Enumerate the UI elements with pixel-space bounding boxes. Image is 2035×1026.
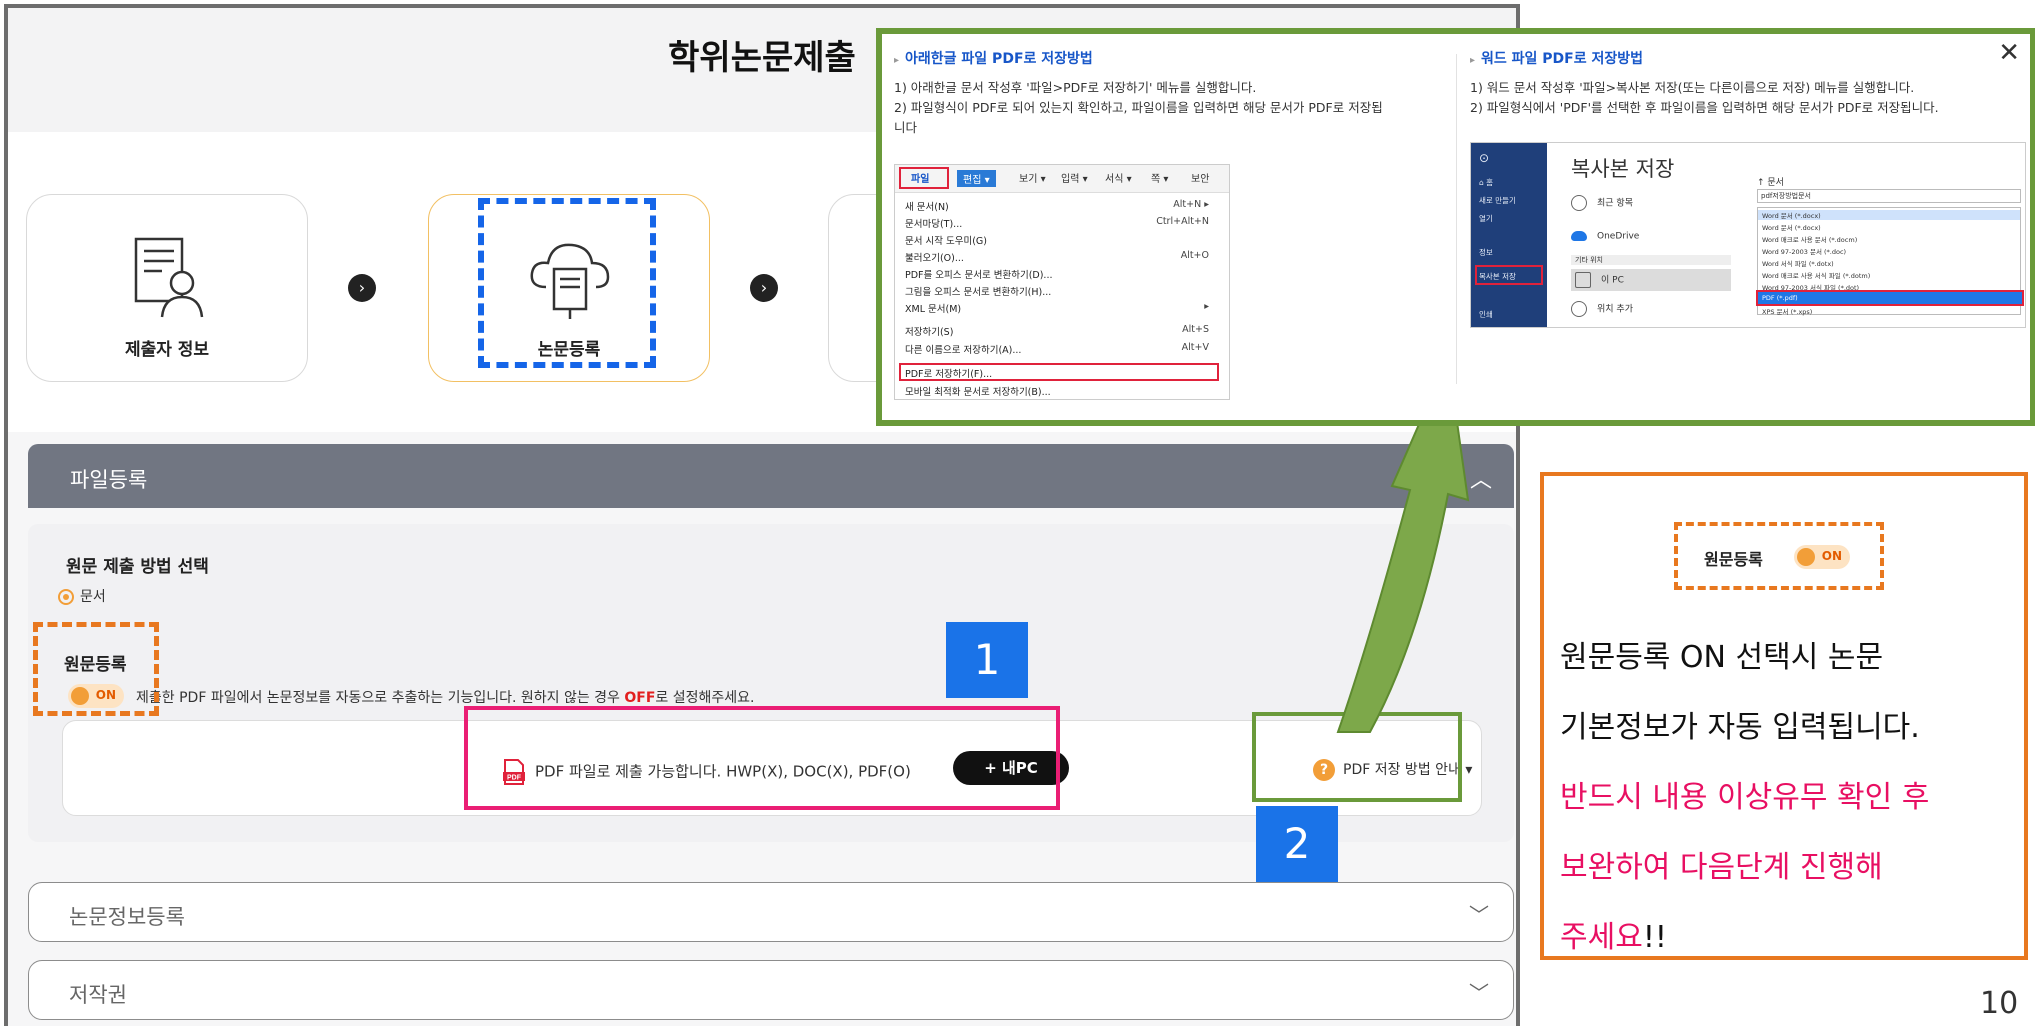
hwp-guide-title: ▸ 아래한글 파일 PDF로 저장방법 — [894, 51, 1093, 67]
info-warning: 주세요!! — [1560, 920, 1667, 955]
hwp-guide: ▸ 아래한글 파일 PDF로 저장방법 1) 아래한글 문서 작성후 '파일>PD… — [894, 48, 1454, 138]
info-callout: 원문등록 ON 원문등록 ON 선택시 논문 기본정보가 자동 입력됩니다. 반… — [1540, 472, 2028, 960]
divider — [1456, 54, 1457, 384]
toggle-switch: ON — [1794, 545, 1850, 569]
hwp-screenshot: 파일 편집 ▾ 보기 ▾ 입력 ▾ 서식 ▾ 쪽 ▾ 보안 새 문서(N) Alt… — [894, 164, 1230, 400]
step-number-2: 2 — [1256, 806, 1338, 882]
globe-icon — [1571, 301, 1587, 317]
info-warning: 반드시 내용 이상유무 확인 후 — [1560, 780, 1930, 815]
word-screenshot: ⊙ ⌂ 홈 새로 만들기 열기 정보 복사본 저장 인쇄 복사본 저장 최근 항… — [1470, 142, 2026, 328]
method-radio-document[interactable]: 문서 — [58, 586, 106, 606]
section-title: 파일등록 — [70, 468, 148, 492]
hwp-menu-item: 불러오기(O)... Alt+O — [905, 250, 1209, 264]
highlight-pdf-type — [1756, 290, 2024, 306]
pdf-save-guide-popup: ✕ ▸ 아래한글 파일 PDF로 저장방법 1) 아래한글 문서 작성후 '파일>… — [876, 28, 2035, 426]
hwp-menu-item: 새 문서(N) Alt+N ▸ — [905, 199, 1209, 213]
hwp-menu-item: 문서마당(T)... Ctrl+Alt+N — [905, 216, 1209, 230]
hwp-guide-line: 2) 파일형식이 PDF로 되어 있는지 확인하고, 파일이름을 입력하면 해당… — [894, 100, 1383, 115]
word-heading: 복사본 저장 — [1571, 157, 1675, 181]
highlight-file-menu — [899, 167, 949, 189]
hwp-guide-line: 1) 아래한글 문서 작성후 '파일>PDF로 저장하기' 메뉴를 실행합니다. — [894, 80, 1257, 95]
original-registration-desc: 제출한 PDF 파일에서 논문정보를 자동으로 추출하는 기능입니다. 원하지 … — [136, 690, 755, 706]
chevron-down-icon[interactable]: ﹀ — [1469, 977, 1489, 1006]
hwp-menu-item: 다른 이름으로 저장하기(A)... Alt+V — [905, 342, 1209, 356]
accordion-copyright[interactable]: 저작권 ﹀ — [28, 960, 1514, 1020]
word-sidebar: ⊙ ⌂ 홈 새로 만들기 열기 정보 복사본 저장 인쇄 — [1471, 143, 1547, 327]
file-section-header[interactable]: 파일등록 ︿ — [28, 444, 1514, 508]
hwp-menu-item: 문서 시작 도우미(G) — [905, 236, 987, 247]
word-guide-title: ▸ 워드 파일 PDF로 저장방법 — [1470, 51, 1644, 67]
annotation-upload-box — [464, 706, 1060, 810]
hwp-menu-item: XML 문서(M) ▸ — [905, 301, 1209, 315]
word-guide-line: 1) 워드 문서 작성후 '파일>복사본 저장(또는 다른이름으로 저장) 메뉴… — [1470, 80, 1915, 95]
highlight-save-copy — [1475, 265, 1543, 285]
hwp-menu-item: 그림을 오피스 문서로 변환하기(H)... — [905, 287, 1052, 298]
accordion-title: 저작권 — [69, 983, 127, 1007]
hwp-menu-item: 저장하기(S) Alt+S — [905, 324, 1209, 338]
annotation-original-toggle — [33, 622, 159, 716]
accordion-title: 논문정보등록 — [69, 905, 185, 929]
radio-label: 문서 — [80, 589, 106, 605]
accordion-thesis-info[interactable]: 논문정보등록 ﹀ — [28, 882, 1514, 942]
step-label: 제출자 정보 — [124, 340, 210, 360]
word-guide: ▸ 워드 파일 PDF로 저장방법 1) 워드 문서 작성후 '파일>복사본 저장… — [1470, 48, 2030, 118]
page-number: 10 — [1980, 986, 2019, 1021]
step-card-submitter[interactable]: 제출자 정보 — [26, 194, 308, 382]
info-chip-label: 원문등록 — [1704, 550, 1763, 569]
step-number-1: 1 — [946, 622, 1028, 698]
radio-icon[interactable] — [58, 589, 74, 605]
word-guide-line: 2) 파일형식에서 'PDF'를 선택한 후 파일이름을 입력하면 해당 문서가… — [1470, 100, 1939, 115]
hwp-guide-line: 니다 — [894, 120, 918, 135]
info-chip: 원문등록 ON — [1674, 522, 1884, 590]
person-document-icon — [134, 237, 204, 318]
highlight-pdf-save — [899, 363, 1219, 381]
chevron-down-icon[interactable]: ﹀ — [1469, 899, 1489, 928]
hwp-menu-item: PDF를 오피스 문서로 변환하기(D)... — [905, 270, 1053, 281]
cloud-icon — [1571, 231, 1587, 241]
info-text: 원문등록 ON 선택시 논문 — [1560, 640, 1884, 675]
file-type-list: Word 문서 (*.docx) Word 문서 (*.docx) Word 매… — [1756, 207, 2024, 316]
info-text: 기본정보가 자동 입력됩니다. — [1560, 710, 1920, 745]
chevron-right-icon: › — [348, 274, 376, 302]
info-warning: 보완하여 다음단계 진행해 — [1560, 850, 1883, 885]
clock-icon — [1571, 195, 1587, 211]
annotation-step-highlight — [478, 198, 656, 368]
method-title: 원문 제출 방법 선택 — [66, 557, 209, 577]
hwp-menu-item: 모바일 최적화 문서로 저장하기(B)... — [905, 387, 1051, 398]
chevron-right-icon: › — [750, 274, 778, 302]
computer-icon — [1575, 272, 1591, 288]
